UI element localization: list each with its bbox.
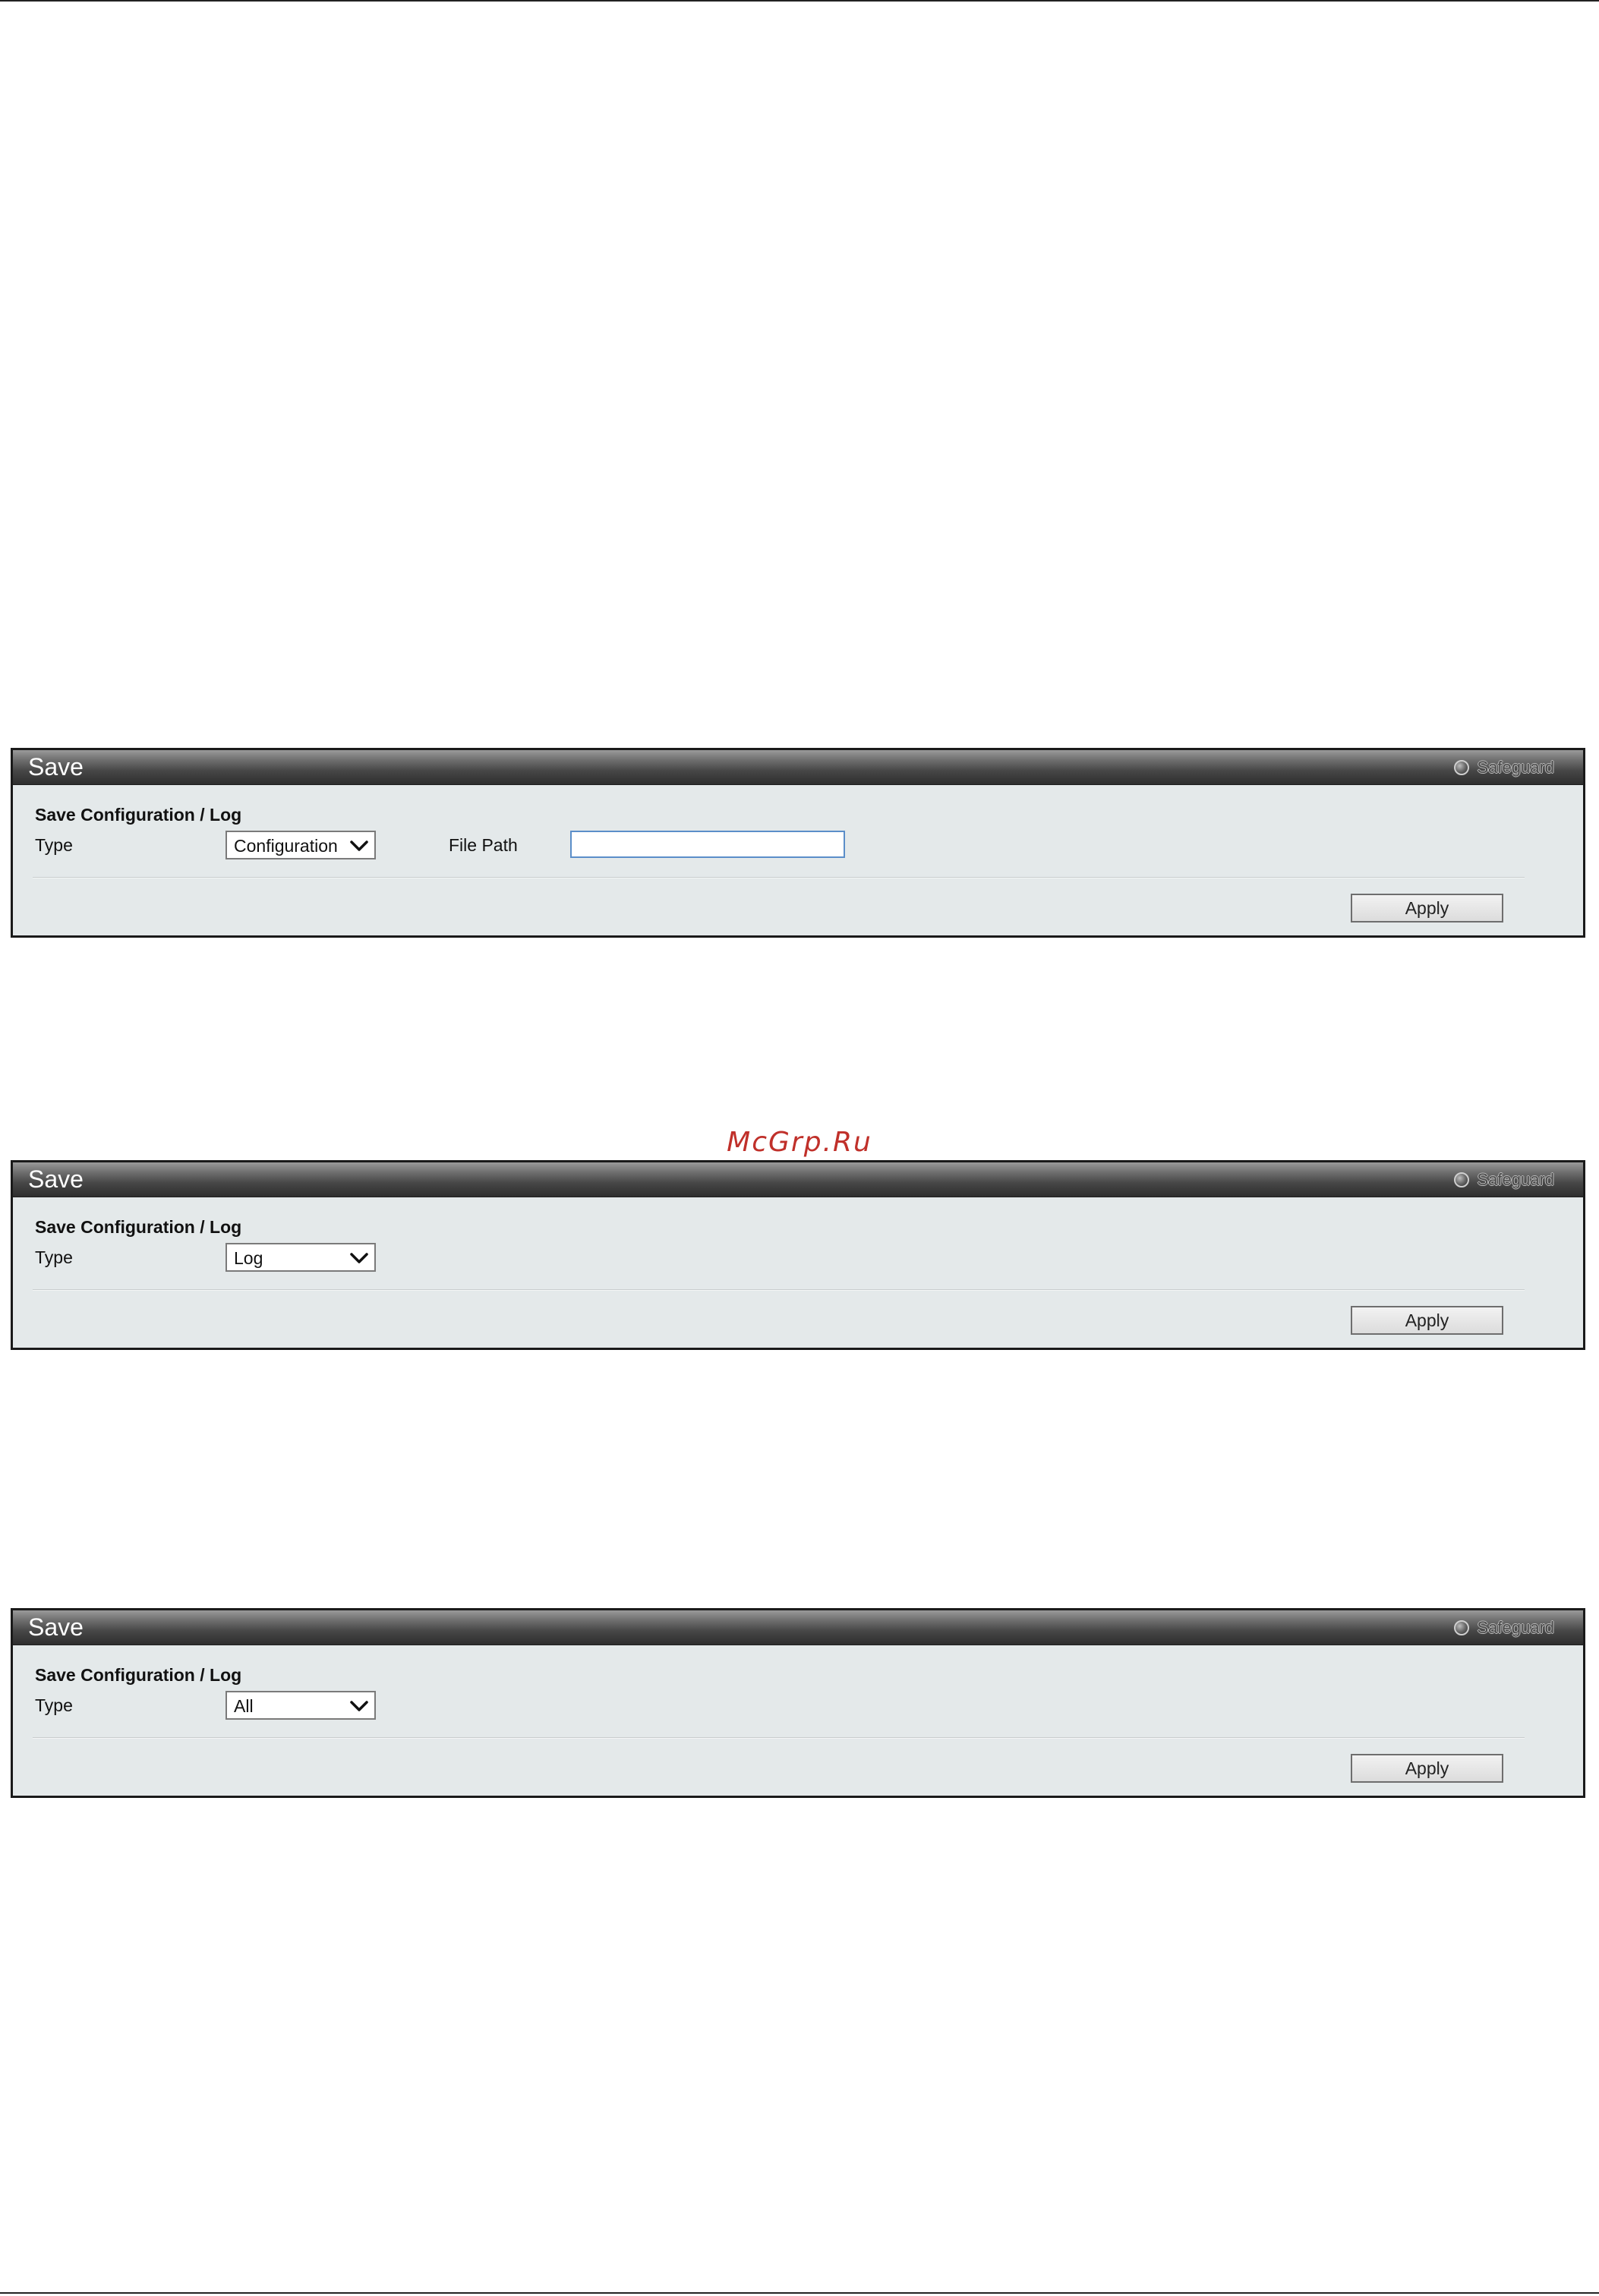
- safeguard-label: Safeguard: [1477, 1618, 1554, 1637]
- safeguard-label: Safeguard: [1477, 758, 1554, 777]
- safeguard-indicator[interactable]: Safeguard: [1454, 758, 1554, 777]
- file-path-label: File Path: [449, 835, 518, 855]
- section-title: Save Configuration / Log: [35, 1217, 242, 1237]
- safeguard-indicator[interactable]: Safeguard: [1454, 1618, 1554, 1637]
- divider: [33, 877, 1525, 878]
- panel-header: Save Safeguard: [13, 1162, 1583, 1197]
- save-panel-log: Save Safeguard Save Configuration / Log …: [11, 1160, 1585, 1350]
- type-select-value: Log: [234, 1248, 263, 1268]
- section-title: Save Configuration / Log: [35, 805, 242, 825]
- divider: [33, 1289, 1525, 1291]
- type-label: Type: [35, 835, 73, 855]
- safeguard-label: Safeguard: [1477, 1170, 1554, 1189]
- divider: [33, 1737, 1525, 1739]
- safeguard-indicator-icon: [1454, 1620, 1470, 1635]
- panel-header: Save Safeguard: [13, 750, 1583, 785]
- save-panel-configuration: Save Safeguard Save Configuration / Log …: [11, 748, 1585, 938]
- type-select-value: Configuration: [234, 836, 338, 856]
- chevron-down-icon: [350, 840, 368, 851]
- type-select[interactable]: Configuration: [226, 831, 376, 859]
- safeguard-indicator-icon: [1454, 1172, 1470, 1187]
- safeguard-indicator[interactable]: Safeguard: [1454, 1170, 1554, 1189]
- type-label: Type: [35, 1247, 73, 1267]
- section-title: Save Configuration / Log: [35, 1665, 242, 1685]
- type-label: Type: [35, 1695, 73, 1715]
- file-path-input[interactable]: [570, 831, 845, 858]
- apply-button[interactable]: Apply: [1351, 1754, 1503, 1783]
- panel-header: Save Safeguard: [13, 1610, 1583, 1645]
- apply-button[interactable]: Apply: [1351, 894, 1503, 922]
- type-select[interactable]: All: [226, 1691, 376, 1720]
- chevron-down-icon: [350, 1701, 368, 1711]
- save-panel-all: Save Safeguard Save Configuration / Log …: [11, 1608, 1585, 1798]
- page-top-rule: [0, 0, 1599, 2]
- panel-title: Save: [28, 1613, 84, 1641]
- type-select-value: All: [234, 1696, 254, 1716]
- chevron-down-icon: [350, 1253, 368, 1263]
- safeguard-indicator-icon: [1454, 760, 1470, 775]
- type-select[interactable]: Log: [226, 1243, 376, 1272]
- panel-title: Save: [28, 1165, 84, 1193]
- page-bottom-rule: [0, 2292, 1599, 2294]
- watermark: McGrp.Ru: [727, 1127, 872, 1158]
- apply-button[interactable]: Apply: [1351, 1306, 1503, 1335]
- panel-title: Save: [28, 753, 84, 781]
